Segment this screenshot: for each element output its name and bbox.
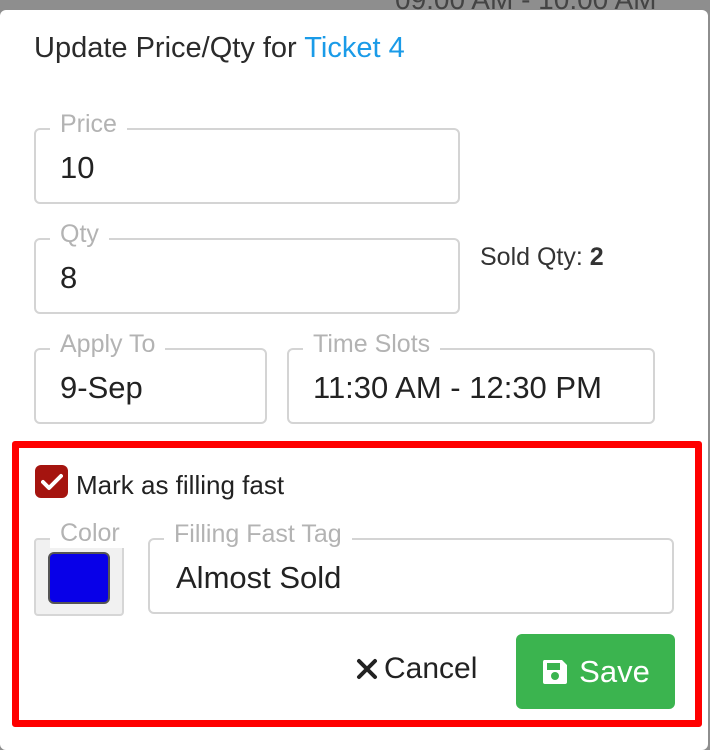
qty-field[interactable]: Qty 8 bbox=[34, 219, 460, 314]
filling-fast-tag-field[interactable]: Filling Fast Tag Almost Sold bbox=[148, 519, 674, 614]
dialog-title: Update Price/Qty for Ticket 4 bbox=[34, 32, 405, 65]
qty-label: Qty bbox=[50, 219, 109, 249]
color-swatch[interactable] bbox=[48, 552, 110, 604]
cancel-button[interactable]: Cancel bbox=[356, 652, 477, 686]
qty-value[interactable]: 8 bbox=[60, 260, 77, 296]
checkmark-icon bbox=[40, 473, 63, 490]
save-button[interactable]: Save bbox=[516, 634, 675, 709]
filling-fast-tag-label: Filling Fast Tag bbox=[164, 519, 352, 549]
ticket-link[interactable]: Ticket 4 bbox=[304, 32, 404, 64]
filling-fast-tag-value[interactable]: Almost Sold bbox=[176, 560, 341, 596]
price-label: Price bbox=[50, 109, 127, 139]
filling-fast-checkbox[interactable] bbox=[35, 465, 68, 498]
time-slots-label: Time Slots bbox=[303, 329, 441, 359]
color-label: Color bbox=[50, 518, 130, 548]
cancel-label: Cancel bbox=[384, 652, 478, 685]
save-label: Save bbox=[579, 653, 650, 689]
time-slots-value[interactable]: 11:30 AM - 12:30 PM bbox=[313, 370, 602, 406]
floppy-disk-icon bbox=[543, 659, 568, 684]
sold-qty: Sold Qty: 2 bbox=[480, 243, 604, 272]
time-slots-field[interactable]: Time Slots 11:30 AM - 12:30 PM bbox=[287, 329, 655, 424]
apply-to-field[interactable]: Apply To 9-Sep bbox=[34, 329, 267, 424]
apply-to-value[interactable]: 9-Sep bbox=[60, 370, 143, 406]
dialog-title-prefix: Update Price/Qty for bbox=[34, 32, 297, 64]
price-value[interactable]: 10 bbox=[60, 150, 94, 186]
apply-to-label: Apply To bbox=[50, 329, 166, 359]
price-field[interactable]: Price 10 bbox=[34, 109, 460, 204]
sold-qty-value: 2 bbox=[589, 243, 604, 271]
close-icon bbox=[357, 659, 377, 679]
sold-qty-label: Sold Qty: bbox=[480, 243, 583, 271]
filling-fast-label[interactable]: Mark as filling fast bbox=[76, 470, 284, 501]
